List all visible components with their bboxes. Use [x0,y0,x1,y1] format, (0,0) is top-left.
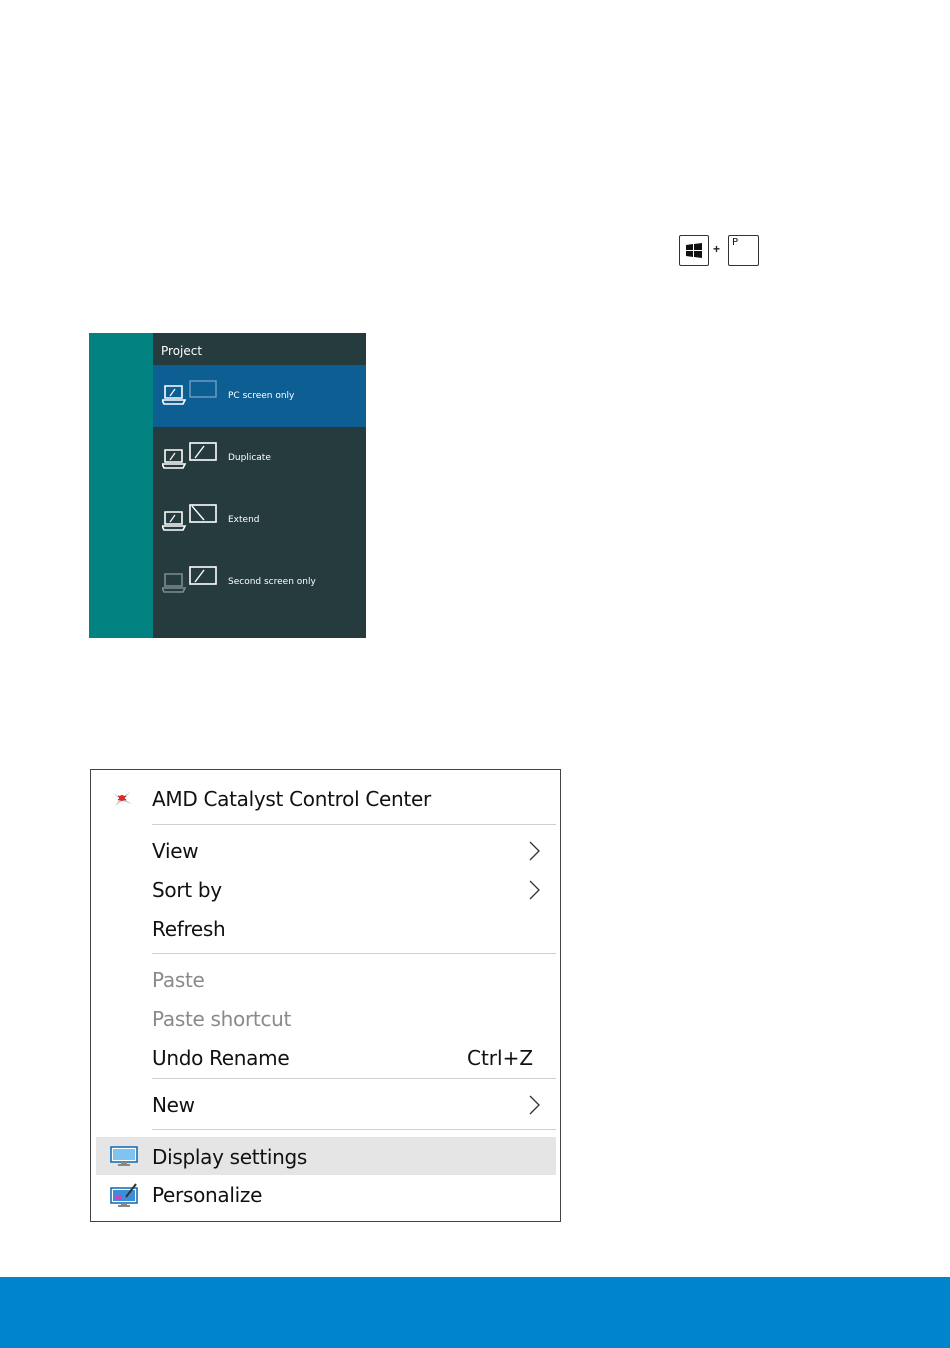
amd-catalyst-icon [113,791,132,806]
windows-logo-icon [686,243,702,258]
p-key-label: P [732,237,739,248]
project-title: Project [161,344,203,358]
pc-screen-only-icon [162,380,217,405]
project-option-label: Extend [228,515,260,525]
menu-item-label: AMD Catalyst Control Center [152,787,431,811]
shortcut-hint: Ctrl+Z [467,1046,534,1070]
chevron-right-icon [529,841,540,861]
second-screen-only-icon [162,566,217,593]
menu-item-personalize[interactable]: Personalize [96,1175,556,1213]
keyboard-shortcut: + P [679,235,761,267]
menu-item-sort-by[interactable]: Sort by [96,870,556,908]
menu-item-paste[interactable]: Paste [96,960,556,998]
personalize-icon [110,1183,138,1207]
p-key: P [728,235,759,266]
menu-item-display-settings[interactable]: Display settings [96,1137,556,1175]
menu-item-amd-catalyst[interactable]: AMD Catalyst Control Center [96,779,556,817]
menu-item-label: Sort by [152,878,222,902]
windows-key [679,235,709,266]
menu-item-label: Personalize [152,1183,263,1207]
menu-item-label: Undo Rename [152,1046,290,1070]
project-option-label: Duplicate [228,453,271,463]
menu-item-refresh[interactable]: Refresh [96,909,556,947]
menu-item-view[interactable]: View [96,831,556,869]
extend-icon [162,504,217,531]
menu-item-label: New [152,1093,195,1117]
project-sidebar [89,333,153,638]
project-panel: Project PC screen only Duplicate Extend [89,333,366,638]
menu-separator [152,1078,556,1079]
project-option-duplicate[interactable]: Duplicate [153,427,366,489]
menu-item-label: Paste [152,968,205,992]
project-option-pc-screen-only[interactable]: PC screen only [153,365,366,427]
menu-item-paste-shortcut[interactable]: Paste shortcut [96,999,556,1037]
project-option-label: Second screen only [228,577,316,587]
desktop-context-menu: AMD Catalyst Control Center View Sort by… [90,769,561,1222]
menu-item-undo-rename[interactable]: Undo Rename Ctrl+Z [96,1038,556,1076]
project-option-second-screen-only[interactable]: Second screen only [153,551,366,613]
duplicate-icon [162,442,217,469]
menu-item-new[interactable]: New [96,1085,556,1123]
chevron-right-icon [529,1095,540,1115]
footer-bar [0,1277,950,1348]
project-option-label: PC screen only [228,391,295,401]
menu-item-label: Display settings [152,1145,308,1169]
menu-separator [152,824,556,825]
menu-separator [152,1129,556,1130]
menu-item-label: Refresh [152,917,226,941]
project-option-extend[interactable]: Extend [153,489,366,551]
display-settings-icon [110,1146,138,1166]
chevron-right-icon [529,880,540,900]
menu-item-label: Paste shortcut [152,1007,292,1031]
menu-item-label: View [152,839,199,863]
plus-sign: + [713,242,721,256]
menu-separator [152,953,556,954]
